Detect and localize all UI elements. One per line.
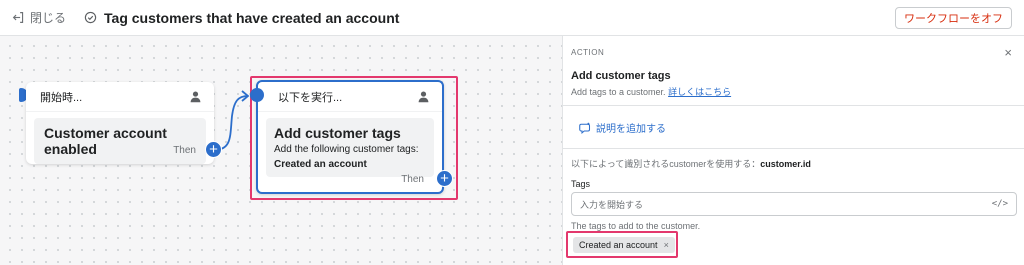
plus-icon: + — [209, 141, 218, 158]
trigger-card[interactable]: 開始時... Customer account enabled Then — [26, 82, 214, 164]
top-bar: 閉じる Tag customers that have created an a… — [0, 0, 1024, 36]
learn-more-link[interactable]: 詳しくはこちら — [668, 87, 731, 97]
action-subtitle: Add the following customer tags: — [274, 144, 419, 155]
tags-label: Tags — [571, 179, 591, 189]
panel-section-label: ACTION — [571, 48, 605, 57]
trigger-add-step-button[interactable]: + — [205, 141, 222, 158]
panel-description: Add tags to a customer. 詳しくはこちら — [571, 85, 731, 98]
panel-description-text: Add tags to a customer. — [571, 87, 666, 97]
tags-input-placeholder: 入力を開始する — [580, 199, 644, 210]
trigger-then-label: Then — [173, 145, 196, 156]
close-button[interactable]: 閉じる — [12, 9, 66, 26]
action-then-label: Then — [401, 174, 424, 185]
person-icon — [418, 91, 429, 103]
panel-title: Add customer tags — [571, 70, 671, 82]
check-circle-icon — [84, 11, 97, 24]
exit-icon — [12, 12, 24, 23]
add-description-label: 説明を追加する — [596, 124, 666, 135]
action-add-step-button[interactable]: + — [436, 170, 453, 187]
workflow-canvas[interactable]: 開始時... Customer account enabled Then + 以… — [0, 36, 562, 265]
tags-help-text: The tags to add to the customer. — [571, 221, 701, 231]
comment-icon — [579, 122, 591, 134]
identifier-text: 以下によって識別されるcustomerを使用する：customer.id — [571, 157, 811, 170]
action-tag-value: Created an account — [274, 159, 367, 170]
turn-off-workflow-button[interactable]: ワークフローをオフ — [895, 7, 1012, 29]
add-description-button[interactable]: 説明を追加する — [579, 120, 666, 135]
trigger-header: 開始時... — [40, 91, 83, 104]
action-title: Add customer tags — [274, 125, 401, 141]
action-card[interactable]: 以下を実行... Add customer tags Add the follo… — [256, 80, 444, 194]
person-icon — [190, 91, 201, 103]
code-icon[interactable]: </> — [992, 199, 1008, 209]
close-label: 閉じる — [30, 11, 67, 25]
tag-chip-highlight — [566, 231, 678, 258]
identifier-value: customer.id — [760, 159, 811, 169]
page-title: Tag customers that have created an accou… — [104, 9, 400, 26]
close-icon[interactable]: × — [1004, 45, 1012, 60]
tags-input[interactable]: 入力を開始する </> — [571, 192, 1017, 216]
action-input-node — [250, 88, 264, 102]
divider — [563, 148, 1024, 149]
action-header: 以下を実行... — [278, 91, 343, 104]
plus-icon: + — [440, 170, 449, 187]
divider — [563, 105, 1024, 106]
identifier-prefix: 以下によって識別されるcustomerを使用する： — [571, 159, 761, 169]
